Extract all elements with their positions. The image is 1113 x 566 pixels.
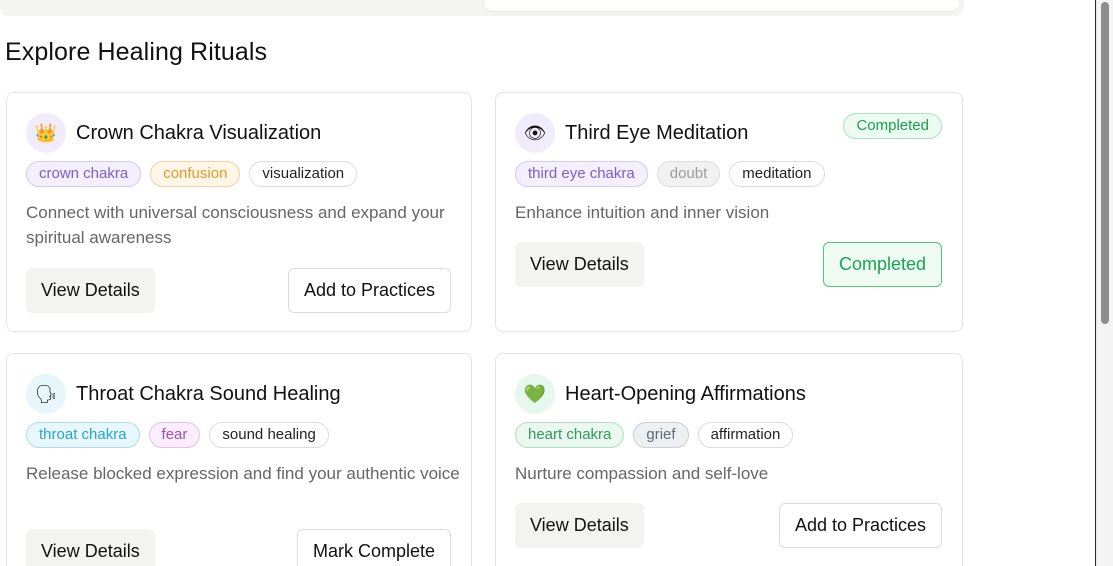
scrollbar-thumb[interactable] bbox=[1101, 2, 1109, 324]
vertical-scrollbar[interactable] bbox=[1096, 0, 1113, 566]
ritual-description: Nurture compassion and self-love bbox=[515, 464, 769, 483]
emotion-tag: confusion bbox=[150, 161, 241, 187]
emotion-tag: doubt bbox=[656, 161, 721, 187]
view-details-button[interactable]: View Details bbox=[515, 503, 644, 548]
ritual-card-header: 🗣 Throat Chakra Sound Healing bbox=[26, 374, 341, 414]
ritual-tags: third eye chakra doubt meditation bbox=[515, 161, 825, 187]
ritual-card-crown-chakra: 👑 Crown Chakra Visualization crown chakr… bbox=[6, 92, 472, 332]
eye-icon: 👁 bbox=[515, 113, 555, 153]
ritual-description: Connect with universal consciousness and… bbox=[26, 203, 445, 247]
ritual-card-heart-opening: 💚 Heart-Opening Affirmations heart chakr… bbox=[495, 353, 963, 566]
chakra-tag: third eye chakra bbox=[515, 161, 648, 187]
ritual-card-throat-chakra: 🗣 Throat Chakra Sound Healing throat cha… bbox=[6, 353, 472, 566]
ritual-title: Third Eye Meditation bbox=[565, 121, 749, 144]
view-details-button[interactable]: View Details bbox=[515, 242, 644, 287]
practice-type-tag: affirmation bbox=[697, 422, 794, 448]
chakra-tag: throat chakra bbox=[26, 422, 140, 448]
view-details-button[interactable]: View Details bbox=[26, 529, 155, 566]
ritual-tags: crown chakra confusion visualization bbox=[26, 161, 358, 187]
view-details-button[interactable]: View Details bbox=[26, 268, 155, 313]
crown-icon: 👑 bbox=[26, 113, 66, 153]
mark-complete-button[interactable]: Mark Complete bbox=[296, 529, 451, 566]
green-heart-icon: 💚 bbox=[515, 374, 555, 414]
chakra-tag: heart chakra bbox=[515, 422, 625, 448]
practice-type-tag: sound healing bbox=[209, 422, 329, 448]
add-to-practices-button[interactable]: Add to Practices bbox=[778, 503, 942, 548]
ritual-tags: heart chakra grief affirmation bbox=[515, 422, 794, 448]
ritual-card-header: 👁 Third Eye Meditation bbox=[515, 113, 748, 153]
ritual-title: Throat Chakra Sound Healing bbox=[76, 382, 341, 405]
ritual-description: Enhance intuition and inner vision bbox=[515, 203, 770, 222]
emotion-tag: grief bbox=[633, 422, 689, 448]
ritual-title: Heart-Opening Affirmations bbox=[565, 382, 806, 405]
ritual-card-third-eye: 👁 Third Eye Meditation Completed third e… bbox=[495, 92, 963, 332]
speaking-head-icon: 🗣 bbox=[26, 374, 66, 414]
emotion-tag: fear bbox=[148, 422, 201, 448]
previous-section-panel bbox=[0, 0, 964, 16]
add-to-practices-button[interactable]: Add to Practices bbox=[287, 268, 451, 313]
practice-type-tag: meditation bbox=[729, 161, 825, 187]
completed-status-badge: Completed bbox=[843, 113, 942, 139]
ritual-title: Crown Chakra Visualization bbox=[76, 121, 322, 144]
section-title: Explore Healing Rituals bbox=[5, 38, 268, 66]
chakra-tag: crown chakra bbox=[26, 161, 142, 187]
ritual-card-header: 💚 Heart-Opening Affirmations bbox=[515, 374, 806, 414]
practice-type-tag: visualization bbox=[249, 161, 358, 187]
ritual-description: Release blocked expression and find your… bbox=[26, 464, 460, 483]
ritual-card-header: 👑 Crown Chakra Visualization bbox=[26, 113, 321, 153]
ritual-tags: throat chakra fear sound healing bbox=[26, 422, 329, 448]
completed-button[interactable]: Completed bbox=[822, 242, 942, 287]
page-viewport: Explore Healing Rituals 👑 Crown Chakra V… bbox=[0, 0, 1113, 566]
previous-section-card bbox=[484, 0, 959, 11]
